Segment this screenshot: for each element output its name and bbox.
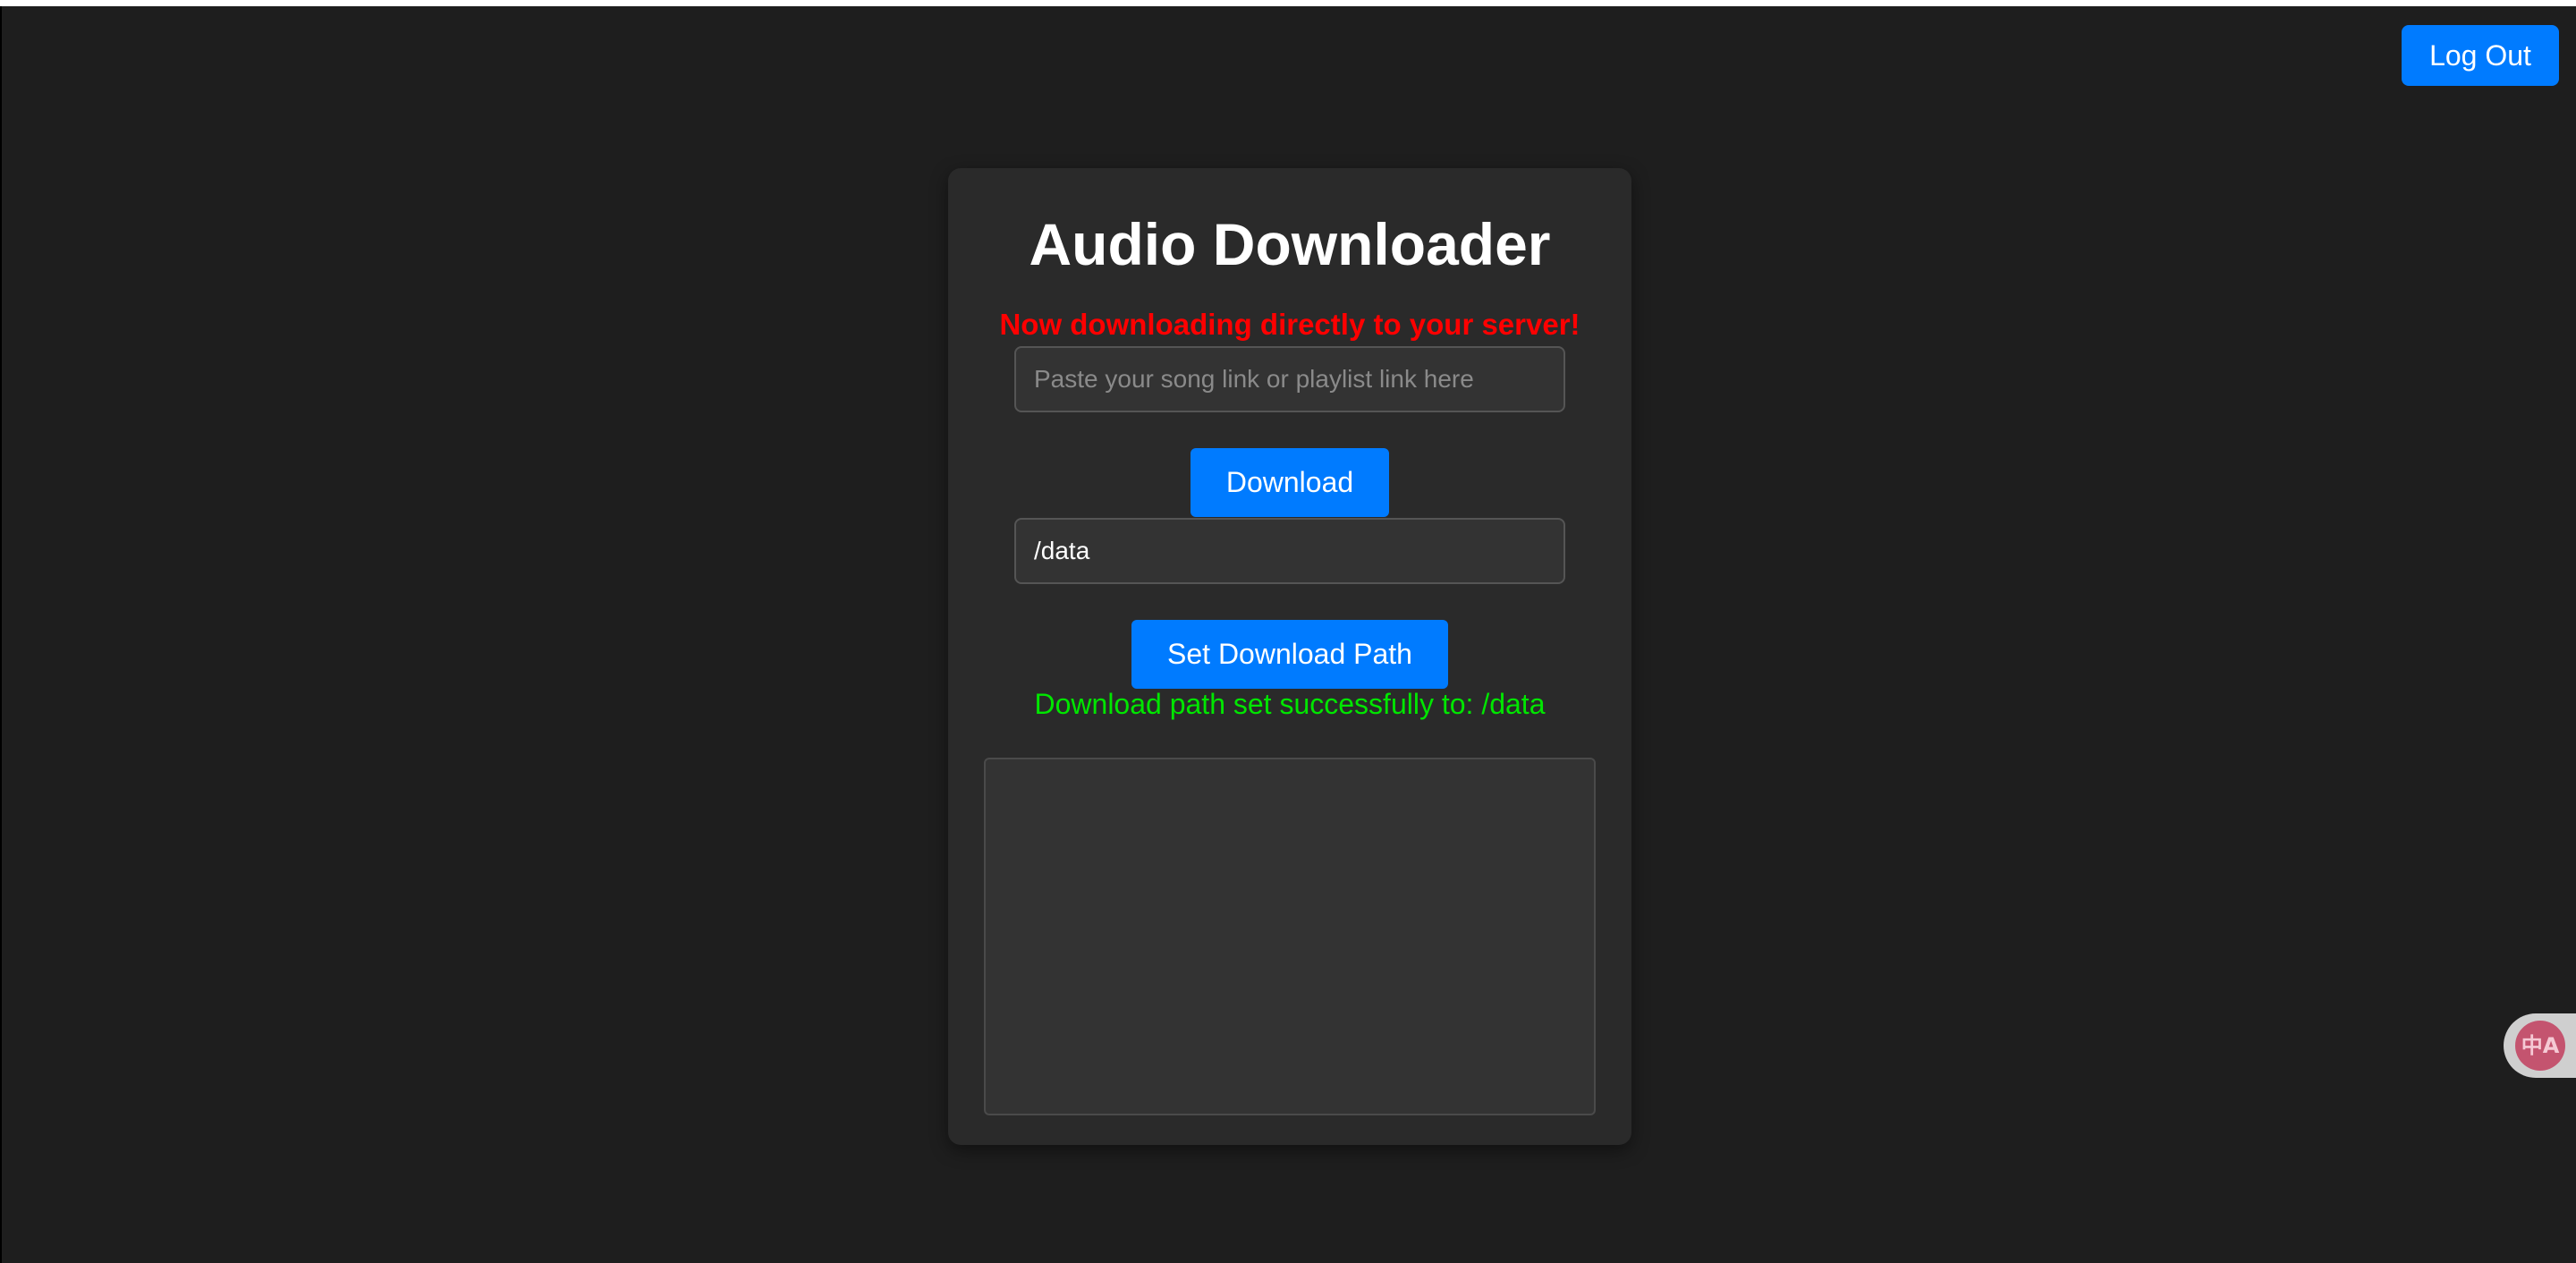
set-download-path-button[interactable]: Set Download Path — [1131, 620, 1448, 689]
logout-button[interactable]: Log Out — [2402, 25, 2559, 86]
status-message: Download path set successfully to: /data — [1034, 688, 1546, 720]
server-download-notice: Now downloading directly to your server! — [999, 308, 1580, 341]
translate-widget[interactable]: 中A — [2504, 1013, 2576, 1078]
download-log-area[interactable] — [984, 758, 1596, 1115]
translate-icon[interactable]: 中A — [2515, 1021, 2565, 1071]
download-path-input[interactable] — [1014, 518, 1565, 584]
downloader-card: Audio Downloader Now downloading directl… — [948, 168, 1631, 1145]
download-button[interactable]: Download — [1191, 448, 1389, 517]
song-link-input[interactable] — [1014, 346, 1565, 412]
app-page: Log Out Audio Downloader Now downloading… — [0, 6, 2576, 1263]
page-title: Audio Downloader — [1029, 211, 1551, 277]
